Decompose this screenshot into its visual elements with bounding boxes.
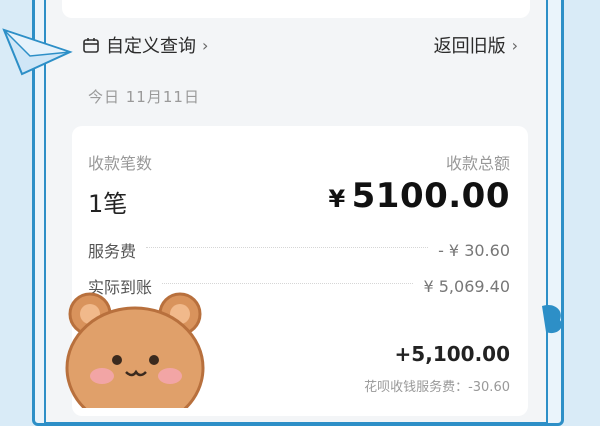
service-fee-row: 服务费 - ¥ 30.60 — [88, 238, 510, 262]
query-bar: 自定义查询 › 返回旧版 › — [82, 30, 518, 60]
custom-query-button[interactable]: 自定义查询 › — [82, 32, 208, 58]
chevron-right-icon: › — [511, 35, 518, 55]
calendar-icon — [83, 38, 99, 53]
total-value: 5100.00 — [351, 176, 510, 216]
divider — [162, 282, 414, 284]
chevron-right-icon: › — [202, 35, 209, 55]
total-label: 收款总额 — [445, 154, 510, 173]
back-old-version-label: 返回旧版 — [433, 36, 506, 57]
custom-query-label: 自定义查询 — [106, 36, 196, 57]
service-fee-label: 服务费 — [88, 242, 137, 261]
count-label: 收款笔数 — [88, 154, 153, 173]
divider — [146, 246, 429, 248]
total-amount: ¥5100.00 — [328, 176, 510, 216]
actual-received-value: ¥ 5,069.40 — [423, 276, 510, 296]
paper-plane-icon — [2, 28, 73, 76]
huabei-fee-note: 花呗收钱服务费：-30.60 — [364, 380, 510, 395]
transaction-amount[interactable]: +5,100.00 — [395, 342, 510, 366]
date-label: 今日 11月11日 — [88, 88, 200, 106]
back-old-version-button[interactable]: 返回旧版 › — [434, 32, 518, 58]
service-fee-value: - ¥ 30.60 — [438, 240, 510, 260]
top-panel — [62, 0, 530, 18]
bear-sticker-icon — [65, 292, 205, 408]
currency-symbol: ¥ — [328, 185, 346, 213]
decorative-shape-icon — [542, 304, 562, 334]
payment-count: 1笔 — [88, 190, 128, 218]
